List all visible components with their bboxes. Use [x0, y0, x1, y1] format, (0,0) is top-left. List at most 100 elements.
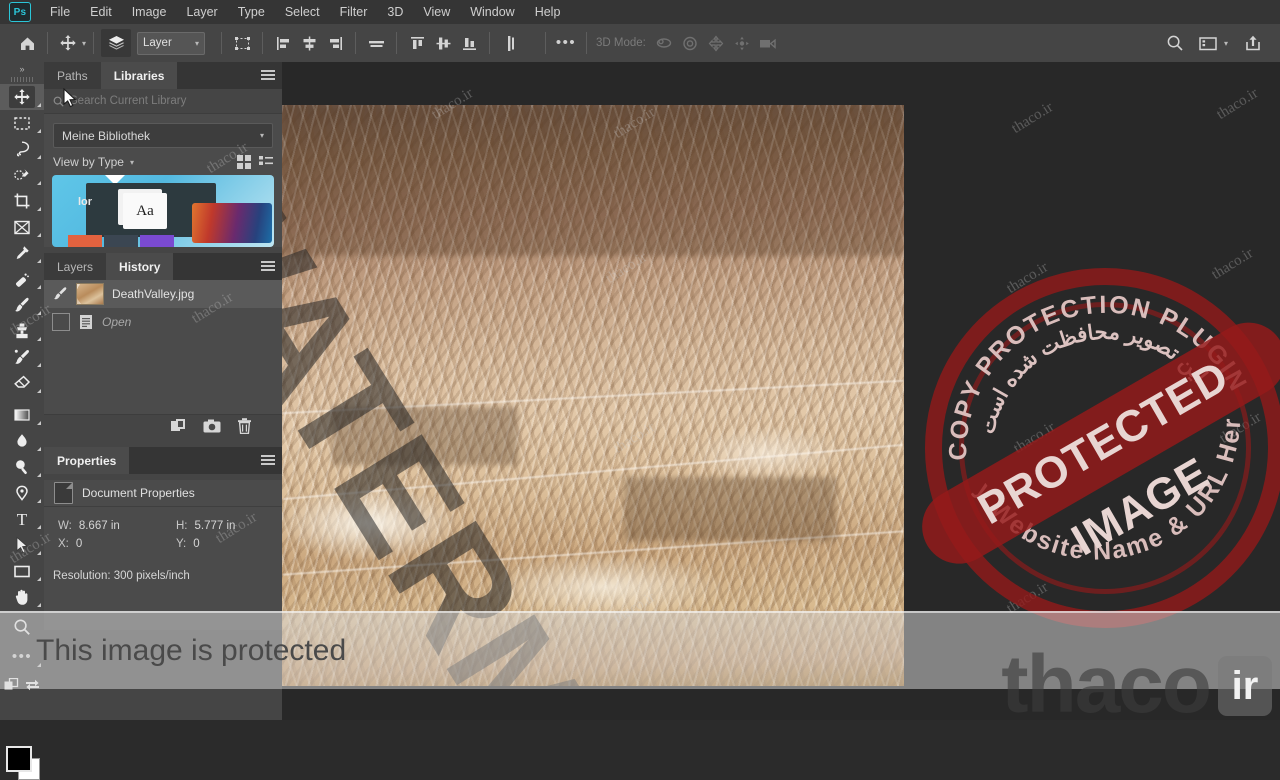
thumbnail-swatch-1 — [68, 235, 102, 247]
lasso-tool[interactable] — [0, 136, 44, 162]
align-right-edges-icon[interactable] — [322, 30, 348, 56]
history-panel-menu-icon[interactable] — [261, 261, 275, 272]
libraries-panel-tabs: Paths Libraries — [44, 62, 282, 89]
chevron-down-icon: ▾ — [259, 131, 264, 140]
menu-item-filter[interactable]: Filter — [330, 2, 378, 22]
frame-tool[interactable] — [0, 214, 44, 240]
tools-panel-grip[interactable] — [0, 75, 44, 84]
history-state-snapshot[interactable]: DeathValley.jpg — [44, 280, 282, 308]
search-icon[interactable] — [1162, 30, 1188, 56]
distribute-horizontally-icon[interactable] — [363, 30, 389, 56]
list-view-icon[interactable] — [259, 155, 273, 169]
home-icon[interactable] — [14, 30, 40, 56]
pan-3d-icon[interactable] — [704, 30, 730, 56]
dodge-tool[interactable] — [0, 454, 44, 480]
edit-toolbar-tool[interactable]: ••• — [0, 644, 44, 670]
document-area[interactable]: WATERMARK — [282, 62, 1280, 720]
properties-panel-menu-icon[interactable] — [261, 455, 275, 466]
library-selector-dropdown[interactable]: Meine Bibliothek ▾ — [53, 123, 273, 148]
slide-3d-icon[interactable] — [730, 30, 756, 56]
menu-item-window[interactable]: Window — [460, 2, 524, 22]
foreground-color-swatch[interactable] — [6, 746, 32, 772]
height-value[interactable]: 5.777 in — [195, 520, 236, 532]
menu-item-type[interactable]: Type — [228, 2, 275, 22]
y-value[interactable]: 0 — [193, 538, 199, 550]
new-snapshot-icon[interactable] — [203, 419, 221, 438]
auto-select-stack-icon[interactable] — [101, 29, 132, 57]
type-tool[interactable]: T — [0, 506, 44, 532]
menu-item-select[interactable]: Select — [275, 2, 330, 22]
menu-item-edit[interactable]: Edit — [80, 2, 122, 22]
menu-item-image[interactable]: Image — [122, 2, 177, 22]
move-tool[interactable] — [0, 84, 44, 110]
new-document-from-state-icon[interactable] — [170, 418, 187, 438]
workspace-icon[interactable] — [1195, 30, 1221, 56]
eraser-tool[interactable] — [0, 370, 44, 396]
history-state-open[interactable]: Open — [44, 308, 282, 336]
tab-properties[interactable]: Properties — [44, 447, 130, 474]
collapse-tools-button[interactable]: » — [0, 62, 44, 75]
zoom-tool[interactable] — [0, 614, 44, 640]
rectangular-marquee-tool[interactable] — [0, 110, 44, 136]
move-tool-options-chevron-icon[interactable]: ▾ — [82, 39, 86, 48]
history-brush-tool[interactable] — [0, 344, 44, 370]
align-vertical-centers-icon[interactable] — [430, 30, 456, 56]
tab-libraries[interactable]: Libraries — [100, 62, 178, 89]
history-state-source-box[interactable] — [52, 313, 70, 331]
view-by-type-dropdown[interactable]: View by Type ▾ — [53, 155, 134, 169]
workspace-chevron-down-icon[interactable]: ▾ — [1224, 39, 1228, 48]
menu-item-layer[interactable]: Layer — [176, 2, 227, 22]
hand-tool[interactable] — [0, 584, 44, 610]
clone-stamp-tool[interactable] — [0, 318, 44, 344]
path-selection-tool[interactable] — [0, 532, 44, 558]
tab-paths[interactable]: Paths — [44, 62, 101, 89]
history-panel-body: DeathValley.jpg Open — [44, 280, 282, 441]
library-promo-thumbnail[interactable]: Aa — [52, 175, 274, 247]
thumbnail-photo — [192, 203, 272, 243]
more-options-button[interactable]: ••• — [553, 30, 579, 56]
tab-history[interactable]: History — [106, 253, 174, 280]
distribute-vertically-icon[interactable] — [497, 30, 523, 56]
menu-item-view[interactable]: View — [413, 2, 460, 22]
document-properties-title: Document Properties — [82, 486, 195, 500]
camera-3d-icon[interactable] — [756, 30, 782, 56]
blur-tool[interactable] — [0, 428, 44, 454]
x-value[interactable]: 0 — [76, 538, 82, 550]
healing-brush-tool[interactable] — [0, 266, 44, 292]
height-label: H: — [176, 520, 188, 532]
color-swatches[interactable] — [6, 746, 40, 780]
quick-mask-and-screen-mode-row[interactable] — [0, 672, 44, 698]
orbit-3d-icon[interactable] — [652, 30, 678, 56]
align-bottom-edges-icon[interactable] — [456, 30, 482, 56]
crop-tool[interactable] — [0, 188, 44, 214]
tab-layers[interactable]: Layers — [44, 253, 107, 280]
delete-state-icon[interactable] — [237, 417, 252, 439]
image-canvas[interactable]: WATERMARK — [282, 105, 904, 686]
align-horizontal-centers-icon[interactable] — [296, 30, 322, 56]
pen-tool[interactable] — [0, 480, 44, 506]
move-tool-icon[interactable] — [55, 30, 81, 56]
object-selection-tool[interactable] — [0, 162, 44, 188]
history-panel-footer — [44, 414, 282, 441]
brush-tool[interactable] — [0, 292, 44, 318]
library-overlay-text: lor — [78, 196, 93, 208]
eyedropper-tool[interactable] — [0, 240, 44, 266]
share-icon[interactable] — [1240, 30, 1266, 56]
align-left-edges-icon[interactable] — [270, 30, 296, 56]
properties-panel-tabs: Properties — [44, 447, 282, 474]
roll-3d-icon[interactable] — [678, 30, 704, 56]
grid-view-icon[interactable] — [237, 155, 251, 169]
menu-item-help[interactable]: Help — [525, 2, 571, 22]
auto-select-target-dropdown[interactable]: Layer ▾ — [137, 31, 206, 55]
width-value[interactable]: 8.667 in — [79, 520, 120, 532]
align-top-edges-icon[interactable] — [404, 30, 430, 56]
show-transform-controls-icon[interactable] — [229, 30, 255, 56]
rectangle-tool[interactable] — [0, 558, 44, 584]
death-valley-photo — [282, 105, 904, 686]
gradient-tool[interactable] — [0, 402, 44, 428]
libraries-panel-menu-icon[interactable] — [261, 70, 275, 81]
menu-item-file[interactable]: File — [40, 2, 80, 22]
menu-item-3d[interactable]: 3D — [377, 2, 413, 22]
history-state-label: Open — [102, 315, 132, 329]
library-search-row[interactable]: Search Current Library — [44, 89, 282, 114]
